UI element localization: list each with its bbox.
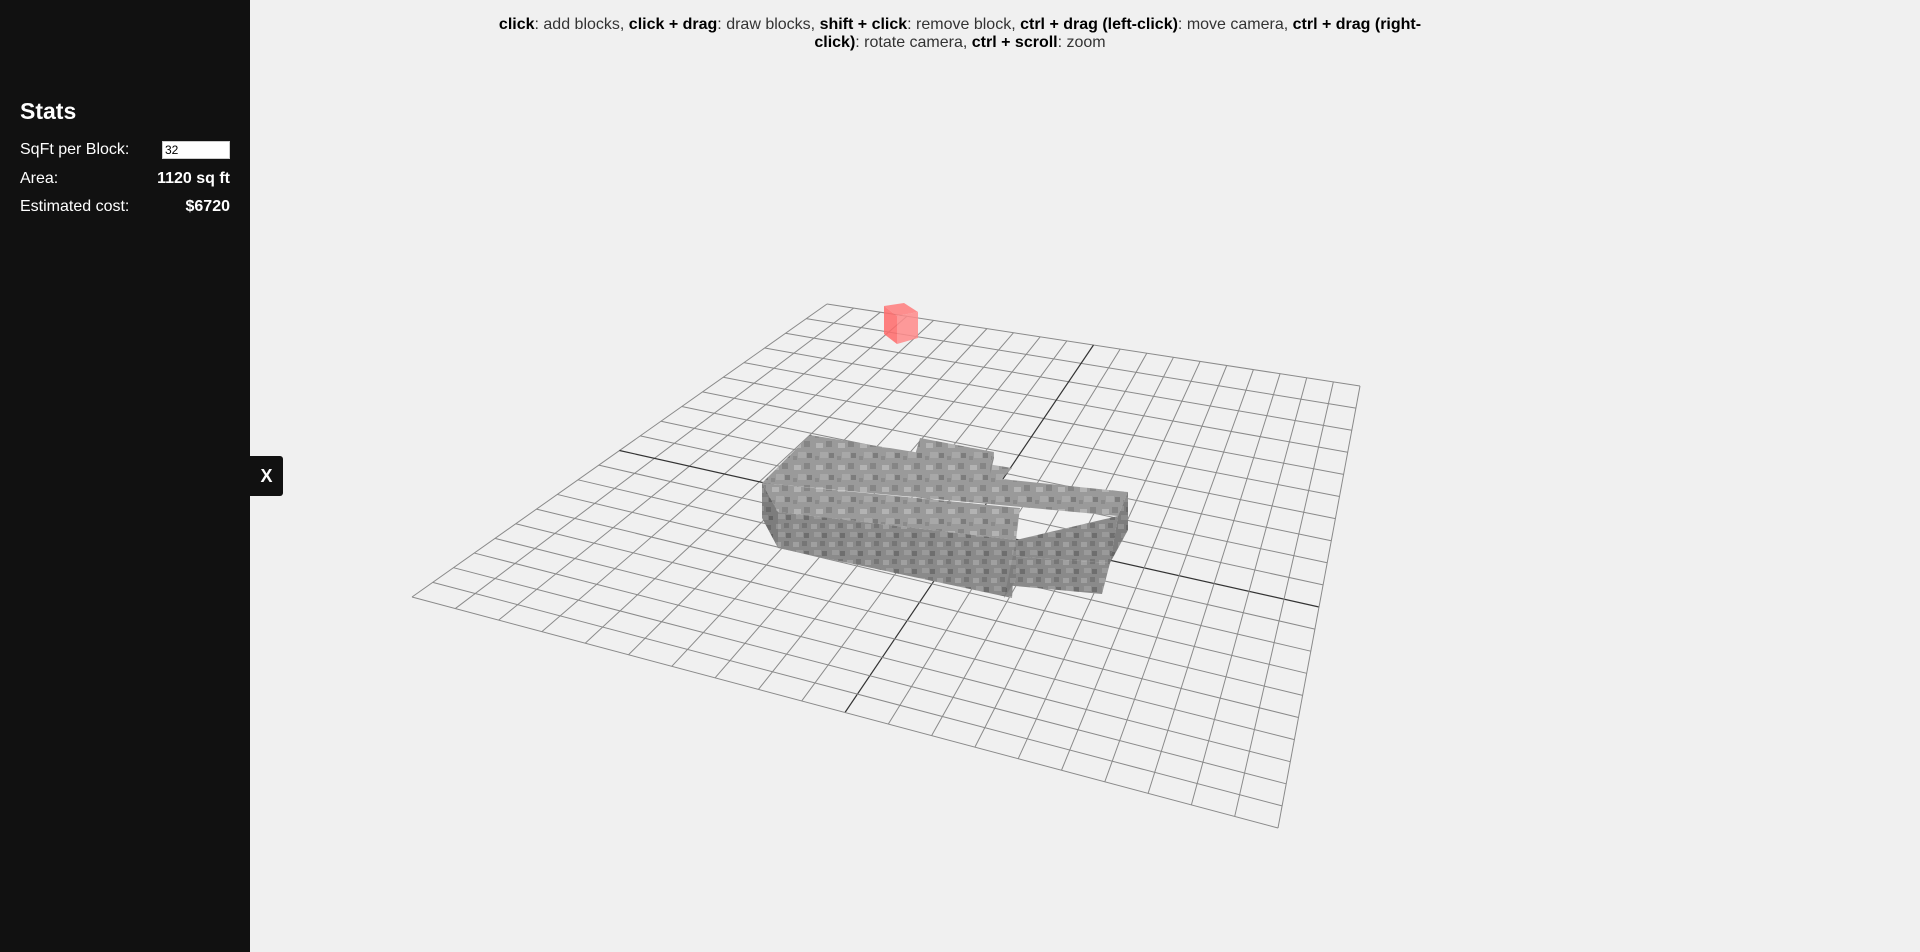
placed-blocks [762, 435, 1128, 598]
cursor-block-side [897, 312, 918, 344]
grid-line [1277, 385, 1361, 829]
grid-line [474, 552, 1291, 763]
grid-line [432, 581, 1283, 807]
block-side [1006, 516, 1118, 563]
cursor-block [884, 303, 918, 344]
grid-line [1190, 377, 1308, 806]
grid-line [1234, 381, 1334, 817]
grid-line [411, 596, 1279, 829]
3d-viewport[interactable] [0, 0, 1920, 952]
grid-line [453, 567, 1287, 785]
